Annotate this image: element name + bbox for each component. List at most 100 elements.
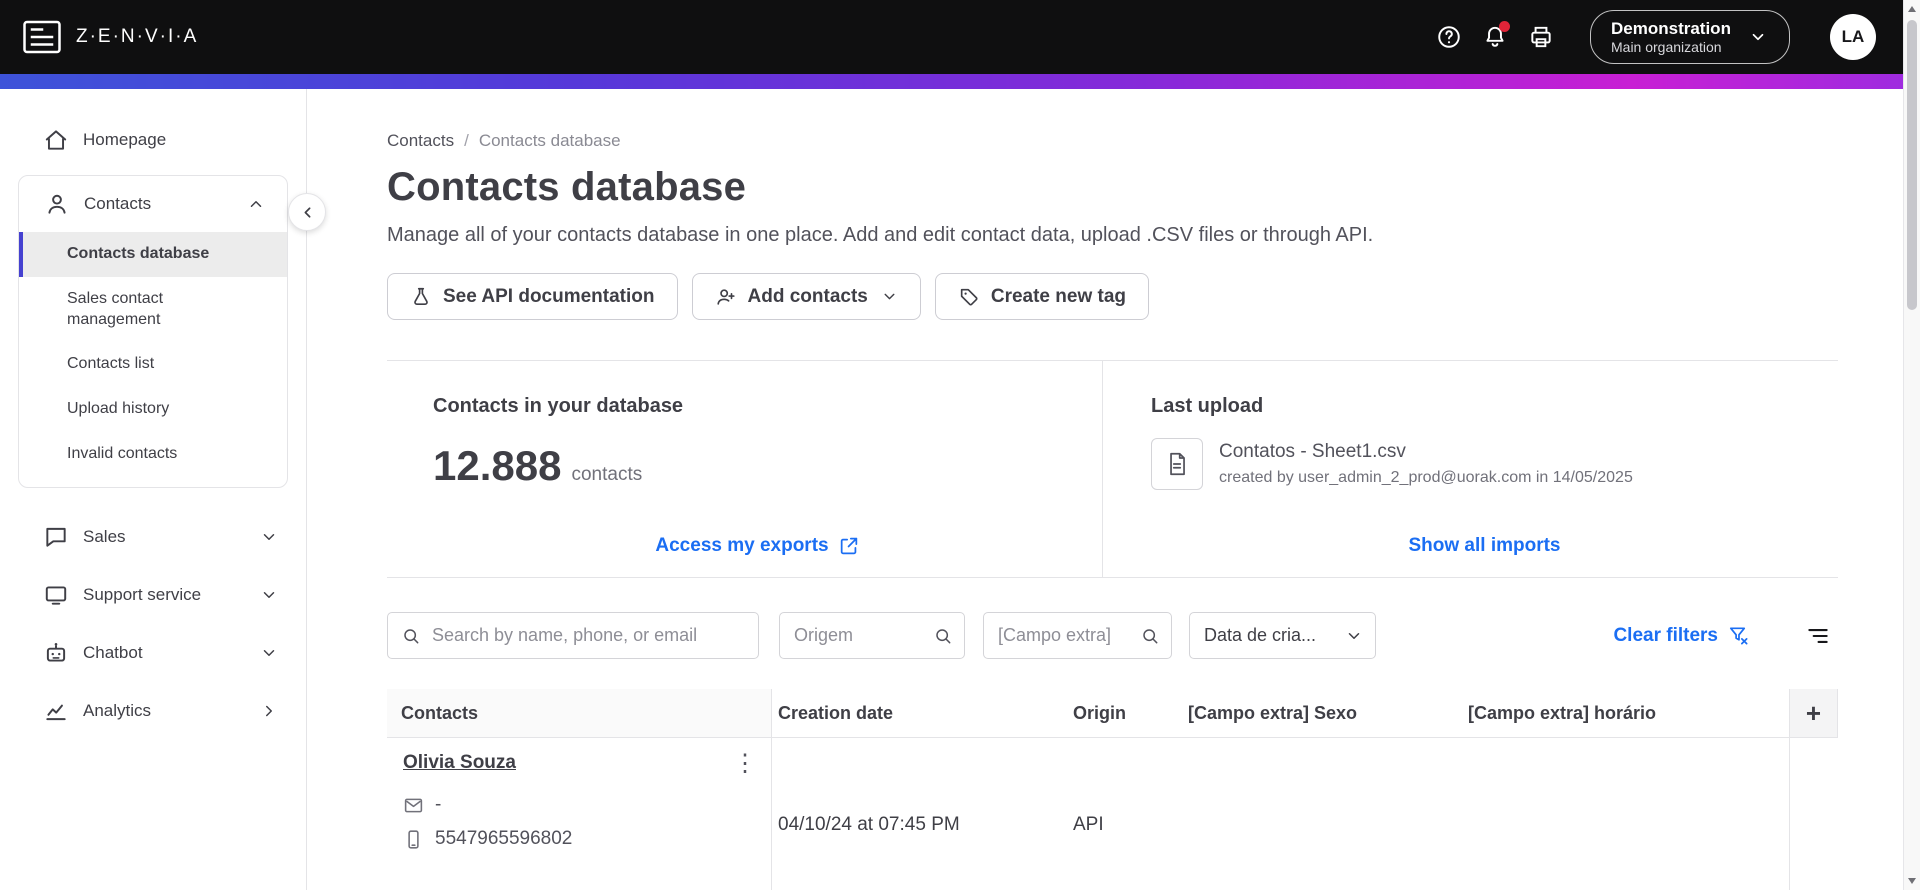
contact-cell: Olivia Souza ⋮ - 5547965596802 xyxy=(387,738,772,890)
card-title: Contacts in your database xyxy=(433,395,684,417)
chevron-right-icon xyxy=(260,702,278,720)
upload-file-meta: created by user_admin_2_prod@uorak.com i… xyxy=(1219,469,1633,486)
sidebar-item-contacts[interactable]: Contacts xyxy=(19,176,287,232)
access-my-exports-link[interactable]: Access my exports xyxy=(655,535,859,557)
contacts-table: Contacts Creation date Origin [Campo ext… xyxy=(387,689,1838,890)
show-all-imports-link[interactable]: Show all imports xyxy=(1408,535,1560,557)
printer-icon xyxy=(1528,24,1554,50)
origem-input[interactable] xyxy=(779,612,965,659)
flask-icon xyxy=(410,286,432,308)
last-upload-card: Last upload Contatos - Sheet1.csv create… xyxy=(1103,361,1838,577)
notifications-button[interactable] xyxy=(1472,14,1518,60)
topbar-right: Demonstration Main organization LA xyxy=(1426,9,1876,65)
sidebar-item-contacts-database[interactable]: Contacts database xyxy=(19,232,287,277)
creation-date-select[interactable]: Data de cria... xyxy=(1189,612,1376,659)
campo-extra-field-wrap xyxy=(983,612,1172,659)
sidebar-item-sales[interactable]: Sales xyxy=(0,508,306,566)
robot-icon xyxy=(43,640,69,666)
contacts-count-value: 12.888 xyxy=(433,442,562,489)
brand-text: Z·E·N·V·I·A xyxy=(76,26,199,47)
table-header-row: Contacts Creation date Origin [Campo ext… xyxy=(387,689,1838,738)
create-new-tag-button[interactable]: Create new tag xyxy=(934,273,1150,320)
sidebar-item-contacts-list[interactable]: Contacts list xyxy=(19,342,287,387)
contact-name-link[interactable]: Olivia Souza xyxy=(403,752,516,773)
breadcrumb-contacts[interactable]: Contacts xyxy=(387,131,454,151)
printer-button[interactable] xyxy=(1518,14,1564,60)
sidebar-item-sales-contact-management[interactable]: Sales contact management xyxy=(19,277,287,343)
sidebar-item-invalid-contacts[interactable]: Invalid contacts xyxy=(19,432,287,477)
sidebar-item-label: Chatbot xyxy=(83,642,143,662)
sidebar-item-homepage[interactable]: Homepage xyxy=(0,111,306,169)
main-content: Contacts / Contacts database Contacts da… xyxy=(307,89,1920,890)
sidebar-item-label: Support service xyxy=(83,584,202,604)
line-chart-icon xyxy=(43,698,69,724)
button-label: Add contacts xyxy=(747,285,868,307)
button-label: See API documentation xyxy=(443,285,655,307)
sidebar-item-support-service[interactable]: Support service xyxy=(0,566,306,624)
upload-file-name: Contatos - Sheet1.csv xyxy=(1219,441,1406,462)
add-contacts-button[interactable]: Add contacts xyxy=(691,273,921,320)
row-kebab-menu[interactable]: ⋮ xyxy=(725,748,765,780)
filter-settings-button[interactable] xyxy=(1798,616,1838,656)
avatar[interactable]: LA xyxy=(1830,14,1876,60)
filters-bar: Data de cria... Clear filters xyxy=(387,612,1838,659)
scrollbar-thumb[interactable] xyxy=(1907,20,1917,310)
column-header-campo-horario: [Campo extra] horário xyxy=(1462,689,1790,737)
upload-texts: Contatos - Sheet1.csv created by user_ad… xyxy=(1219,441,1633,487)
breadcrumb-contacts-database[interactable]: Contacts database xyxy=(479,131,621,151)
person-icon xyxy=(44,191,70,217)
campo-extra-input[interactable] xyxy=(983,612,1172,659)
scrollbar-up-arrow[interactable] xyxy=(1908,6,1916,12)
export-icon xyxy=(838,535,860,557)
search-field-wrap xyxy=(387,612,759,659)
table-row: Olivia Souza ⋮ - 5547965596802 04/10/24 … xyxy=(387,738,1838,890)
chevron-up-icon xyxy=(247,195,265,213)
stats-panel: Contacts in your database 12.888 contact… xyxy=(387,360,1838,578)
row-add-column-spacer xyxy=(1790,738,1838,890)
sidebar-item-label: Sales xyxy=(83,526,126,546)
link-label: Show all imports xyxy=(1408,535,1561,556)
contact-phone: 5547965596802 xyxy=(435,828,573,849)
filter-list-icon xyxy=(1805,623,1831,649)
see-api-documentation-button[interactable]: See API documentation xyxy=(387,273,678,320)
chevron-down-icon xyxy=(260,586,278,604)
organization-texts: Demonstration Main organization xyxy=(1611,18,1731,57)
help-button[interactable] xyxy=(1426,14,1472,60)
scrollbar-down-arrow[interactable] xyxy=(1908,878,1916,884)
creation-date-cell: 04/10/24 at 07:45 PM xyxy=(778,814,960,835)
clear-filters-button[interactable]: Clear filters xyxy=(1613,624,1750,647)
organization-subtitle: Main organization xyxy=(1611,38,1722,55)
chevron-down-icon xyxy=(879,288,898,305)
contact-email-line: - xyxy=(403,794,761,816)
sidebar-item-label: Contacts xyxy=(84,194,152,213)
tag-icon xyxy=(958,286,980,308)
vertical-scrollbar[interactable] xyxy=(1903,0,1920,890)
add-column-button[interactable]: + xyxy=(1790,689,1838,737)
chevron-left-icon xyxy=(299,204,316,221)
sidebar-item-label: Analytics xyxy=(83,700,152,720)
envelope-icon xyxy=(403,795,424,816)
chat-bubble-icon xyxy=(43,524,69,550)
contacts-count-unit: contacts xyxy=(571,464,643,485)
sidebar-item-analytics[interactable]: Analytics xyxy=(0,682,306,740)
page-actions: See API documentation Add contacts Creat… xyxy=(387,273,1838,320)
funnel-x-icon xyxy=(1727,624,1750,647)
breadcrumb: Contacts / Contacts database xyxy=(387,131,1838,151)
sidebar-item-label: Homepage xyxy=(83,130,167,149)
button-label: Clear filters xyxy=(1613,624,1718,646)
brand[interactable]: Z·E·N·V·I·A xyxy=(22,17,198,57)
sidebar: Homepage Contacts Contacts database Sale… xyxy=(0,89,307,890)
sidebar-item-chatbot[interactable]: Chatbot xyxy=(0,624,306,682)
sidebar-collapse-button[interactable] xyxy=(288,193,326,231)
sidebar-item-upload-history[interactable]: Upload history xyxy=(19,387,287,432)
campo-sexo-cell xyxy=(1182,738,1462,890)
contact-email: - xyxy=(435,794,442,815)
page-title: Contacts database xyxy=(387,165,747,209)
page-subtitle: Manage all of your contacts database in … xyxy=(387,224,1374,246)
search-input[interactable] xyxy=(387,612,759,659)
file-icon xyxy=(1151,438,1203,490)
sidebar-group-contacts: Contacts Contacts database Sales contact… xyxy=(18,175,288,488)
campo-horario-cell xyxy=(1462,738,1790,890)
zenvia-logo-icon xyxy=(22,17,62,57)
organization-switcher[interactable]: Demonstration Main organization xyxy=(1590,9,1790,65)
